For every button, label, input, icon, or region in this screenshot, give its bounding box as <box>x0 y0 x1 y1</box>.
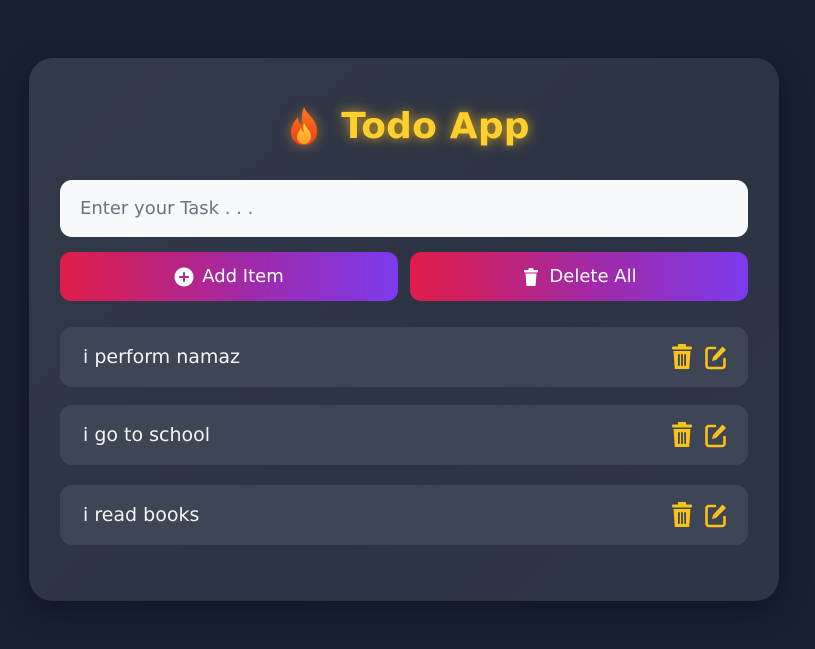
flame-icon <box>285 105 323 147</box>
plus-circle-icon <box>174 267 194 287</box>
trash-icon[interactable] <box>670 422 694 448</box>
delete-all-button[interactable]: Delete All <box>410 252 748 301</box>
todo-text: i perform namaz <box>83 346 241 368</box>
trash-icon <box>521 267 541 287</box>
task-input[interactable] <box>60 180 748 237</box>
add-item-label: Add Item <box>202 266 284 287</box>
edit-icon[interactable] <box>704 344 728 370</box>
app-header: Todo App <box>0 98 815 154</box>
todo-item: i go to school <box>60 405 748 465</box>
delete-all-label: Delete All <box>549 266 637 287</box>
edit-icon[interactable] <box>704 502 728 528</box>
app-title: Todo App <box>341 105 530 147</box>
todo-actions <box>670 422 728 448</box>
trash-icon[interactable] <box>670 344 694 370</box>
todo-text: i read books <box>83 504 200 526</box>
add-item-button[interactable]: Add Item <box>60 252 398 301</box>
edit-icon[interactable] <box>704 422 728 448</box>
todo-actions <box>670 344 728 370</box>
todo-text: i go to school <box>83 424 211 446</box>
trash-icon[interactable] <box>670 502 694 528</box>
todo-item: i read books <box>60 485 748 545</box>
todo-item: i perform namaz <box>60 327 748 387</box>
todo-actions <box>670 502 728 528</box>
